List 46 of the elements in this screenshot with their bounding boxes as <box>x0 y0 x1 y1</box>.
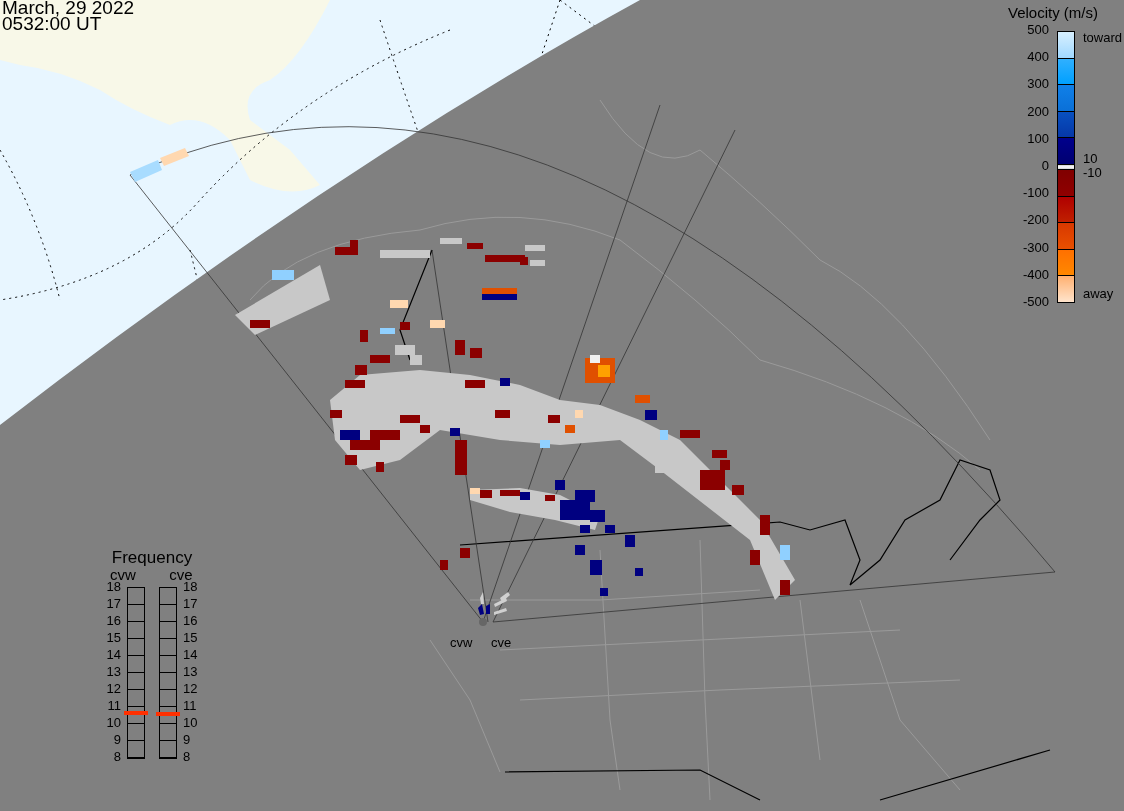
frequency-tick-label: 14 <box>183 648 198 662</box>
frequency-tick-label: 10 <box>106 716 121 730</box>
frequency-tick-label: 13 <box>183 665 198 679</box>
colorbar-tick-label: 300 <box>1027 77 1049 92</box>
radar-name: cvw <box>110 567 136 583</box>
radar-label: cve <box>491 635 512 650</box>
frequency-tick-label: 13 <box>106 665 121 679</box>
radar-site-icon <box>479 618 487 626</box>
colorbar-tick-label: 200 <box>1027 104 1049 119</box>
frequency-tick-label: 15 <box>106 631 121 645</box>
frequency-tick-label: 12 <box>106 682 121 696</box>
frequency-tick-label: 8 <box>183 750 191 764</box>
colorbar-end-label: toward <box>1083 31 1123 45</box>
radar-name: cve <box>169 567 193 583</box>
frequency-tick-label: 14 <box>106 648 121 662</box>
colorbar-tick-label: 10 <box>1083 152 1099 166</box>
legend-title: Velocity (m/s) <box>1008 4 1098 21</box>
colorbar-tick-label: -10 <box>1083 166 1103 180</box>
colorbar-tick-label: 500 <box>1027 23 1049 37</box>
colorbar-tick-label: 100 <box>1027 131 1049 146</box>
frequency-tick-label: 9 <box>113 733 121 747</box>
colorbar-tick-label: -100 <box>1022 186 1049 201</box>
colorbar-tick-label: 0 <box>1041 158 1049 173</box>
legend-title: Frequency <box>111 549 193 567</box>
frequency-tick-label: 10 <box>183 716 198 730</box>
frequency-tick-label: 15 <box>183 631 198 645</box>
frequency-tick-label: 17 <box>183 597 198 611</box>
frequency-tick-label: 16 <box>183 614 198 628</box>
frequency-tick-label: 17 <box>106 597 121 611</box>
frequency-tick-label: 11 <box>107 699 121 713</box>
frequency-tick-label: 18 <box>106 580 121 594</box>
colorbar-tick-label: -300 <box>1022 240 1049 255</box>
frequency-tick-label: 11 <box>183 699 197 713</box>
colorbar-end-label: away <box>1083 287 1115 301</box>
time-label: 0532:00 UT <box>2 16 102 32</box>
radar-label: cvw <box>450 635 473 650</box>
frequency-tick-label: 12 <box>183 682 198 696</box>
colorbar-tick-label: -200 <box>1022 213 1049 228</box>
date-label: March, 29 2022 <box>2 0 135 16</box>
frequency-tick-label: 9 <box>183 733 191 747</box>
colorbar-tick-label: -400 <box>1022 267 1049 282</box>
frequency-tick-label: 8 <box>113 750 121 764</box>
colorbar-tick-label: 400 <box>1027 50 1049 65</box>
frequency-tick-label: 16 <box>106 614 121 628</box>
frequency-tick-label: 18 <box>183 580 198 594</box>
colorbar-tick-label: -500 <box>1022 294 1049 309</box>
